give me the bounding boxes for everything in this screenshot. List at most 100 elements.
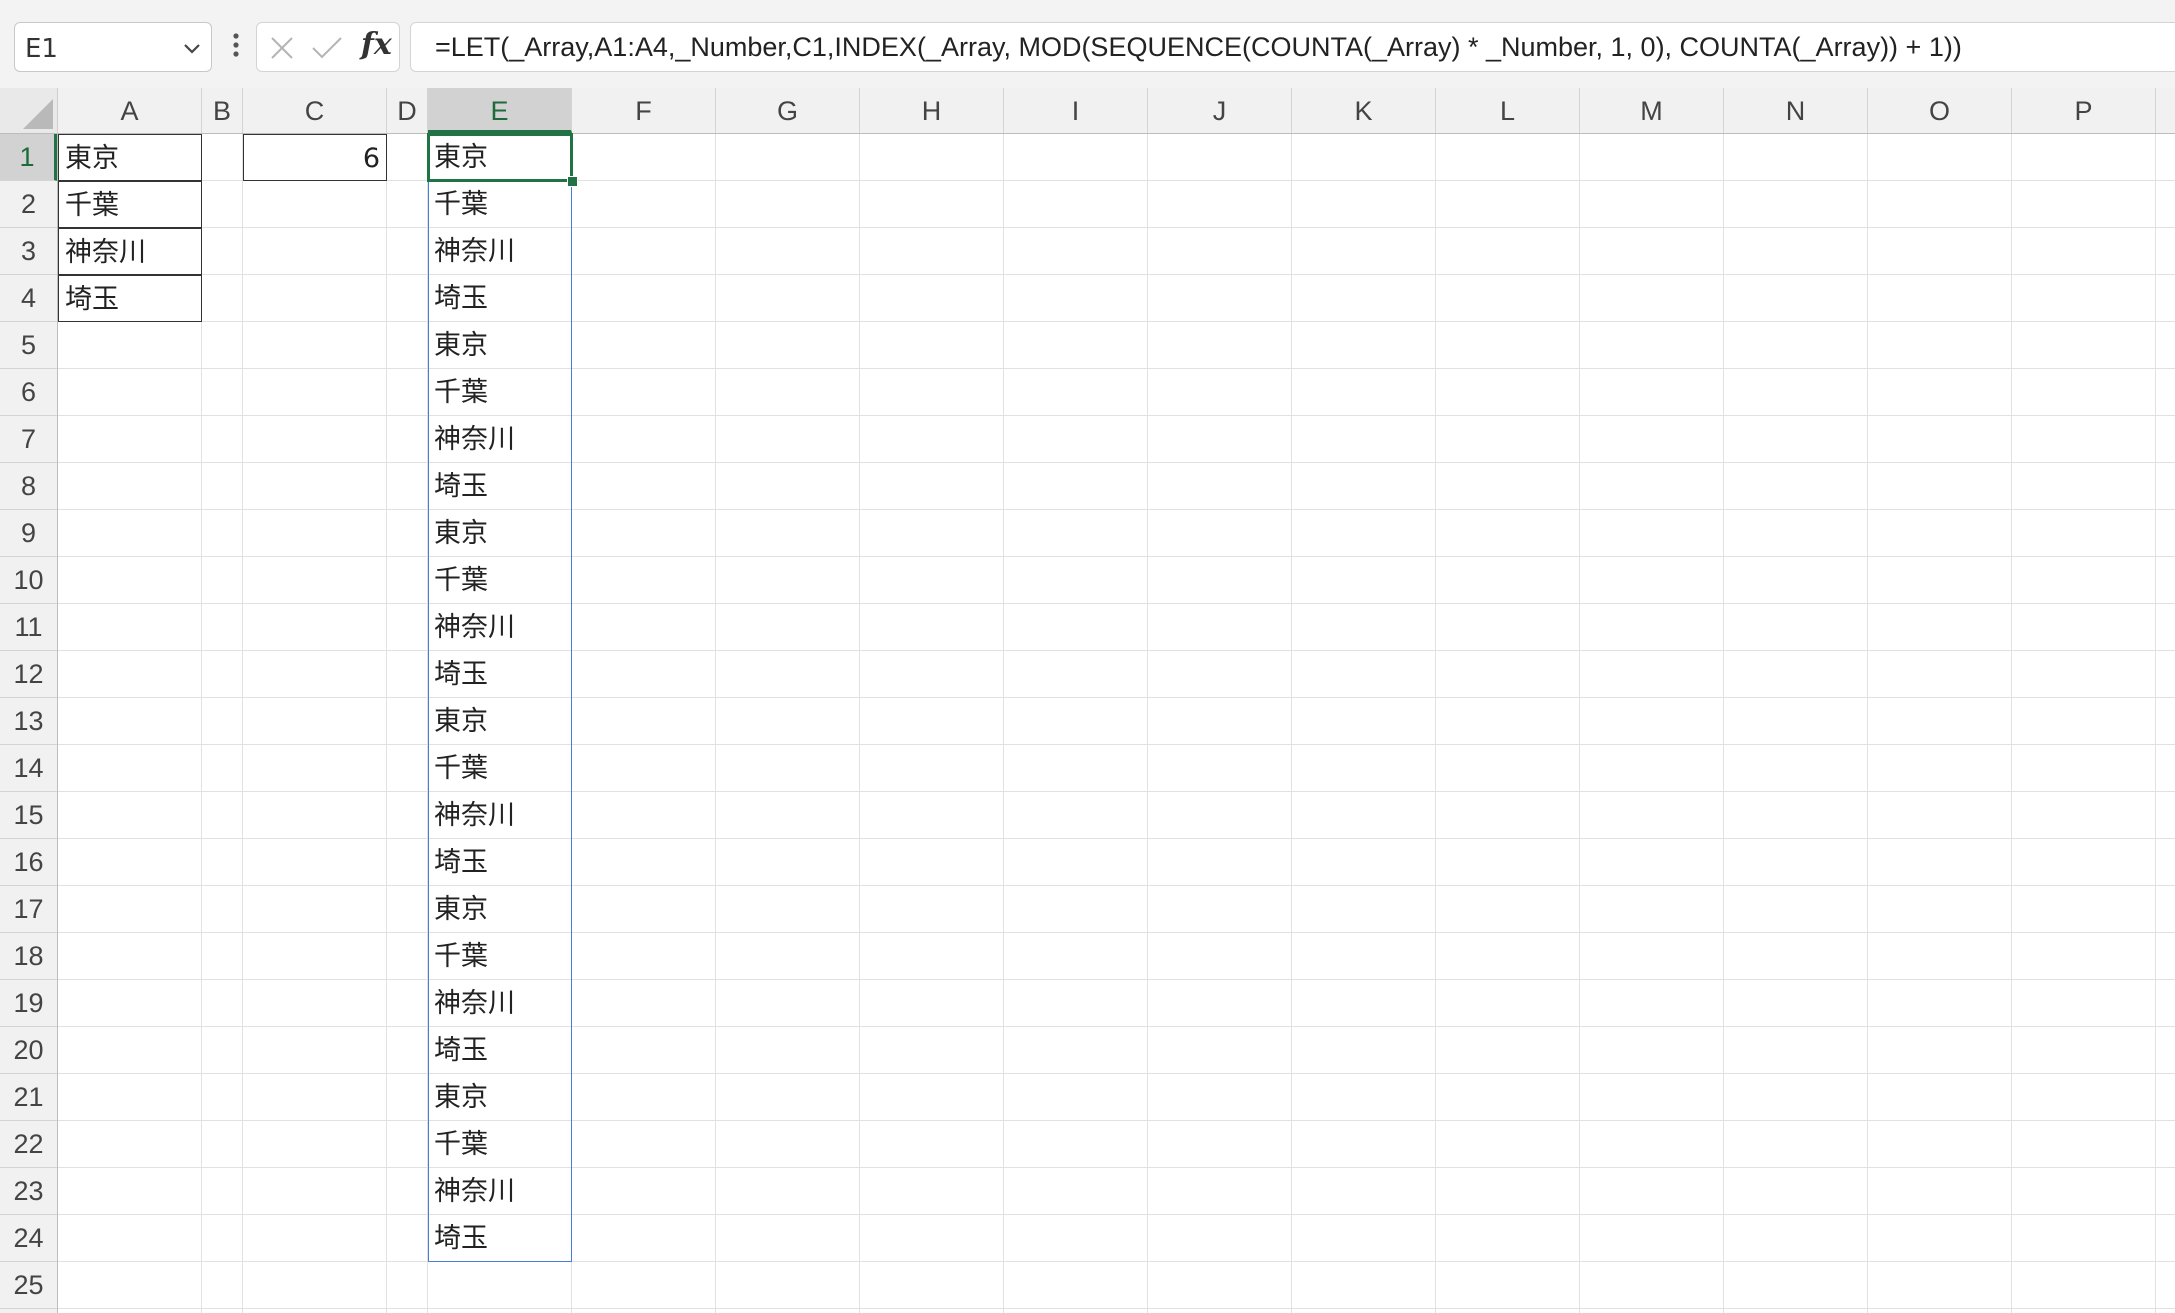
cell-e19[interactable]: 神奈川 (428, 980, 572, 1027)
cell-e2[interactable]: 千葉 (428, 181, 572, 228)
gridline-vertical (1435, 134, 1436, 1313)
cell-e8[interactable]: 埼玉 (428, 463, 572, 510)
cell-e7[interactable]: 神奈川 (428, 416, 572, 463)
row-header-24[interactable]: 24 (0, 1215, 57, 1262)
gridline-horizontal (58, 462, 2175, 463)
column-header-o[interactable]: O (1868, 88, 2012, 133)
cell-e18[interactable]: 千葉 (428, 933, 572, 980)
gridline-vertical (1723, 134, 1724, 1313)
row-header-17[interactable]: 17 (0, 886, 57, 933)
row-header-20[interactable]: 20 (0, 1027, 57, 1074)
row-header-5[interactable]: 5 (0, 322, 57, 369)
row-header-8[interactable]: 8 (0, 463, 57, 510)
row-header-19[interactable]: 19 (0, 980, 57, 1027)
column-header-f[interactable]: F (572, 88, 716, 133)
row-header-7[interactable]: 7 (0, 416, 57, 463)
cell-e21[interactable]: 東京 (428, 1074, 572, 1121)
cell-e23[interactable]: 神奈川 (428, 1168, 572, 1215)
cell-a4[interactable]: 埼玉 (58, 275, 202, 322)
cancel-icon[interactable] (269, 35, 295, 61)
gridline-horizontal (58, 791, 2175, 792)
cell-e5[interactable]: 東京 (428, 322, 572, 369)
column-header-l[interactable]: L (1436, 88, 1580, 133)
select-all-button[interactable] (0, 88, 58, 134)
gridline-vertical (386, 134, 387, 1313)
gridline-horizontal (58, 885, 2175, 886)
column-header-h[interactable]: H (860, 88, 1004, 133)
cell-a2[interactable]: 千葉 (58, 181, 202, 228)
row-header-22[interactable]: 22 (0, 1121, 57, 1168)
cell-e1[interactable]: 東京 (428, 134, 572, 181)
gridline-vertical (715, 134, 716, 1313)
row-header-4[interactable]: 4 (0, 275, 57, 322)
insert-function-icon[interactable]: fx (361, 27, 392, 62)
gridline-horizontal (58, 1214, 2175, 1215)
formula-input[interactable]: =LET(_Array,A1:A4,_Number,C1,INDEX(_Arra… (410, 22, 2175, 72)
gridline-vertical (859, 134, 860, 1313)
column-header-e[interactable]: E (428, 88, 572, 133)
more-options-icon[interactable] (226, 30, 246, 60)
row-header-2[interactable]: 2 (0, 181, 57, 228)
cell-e24[interactable]: 埼玉 (428, 1215, 572, 1262)
row-header-23[interactable]: 23 (0, 1168, 57, 1215)
column-header-g[interactable]: G (716, 88, 860, 133)
gridline-horizontal (58, 321, 2175, 322)
cell-e9[interactable]: 東京 (428, 510, 572, 557)
gridline-horizontal (58, 556, 2175, 557)
cell-e11[interactable]: 神奈川 (428, 604, 572, 651)
gridline-horizontal (58, 838, 2175, 839)
cell-e3[interactable]: 神奈川 (428, 228, 572, 275)
column-header-k[interactable]: K (1292, 88, 1436, 133)
row-header-18[interactable]: 18 (0, 933, 57, 980)
row-header-3[interactable]: 3 (0, 228, 57, 275)
row-header-21[interactable]: 21 (0, 1074, 57, 1121)
column-header-p[interactable]: P (2012, 88, 2156, 133)
cell-e4[interactable]: 埼玉 (428, 275, 572, 322)
cell-e10[interactable]: 千葉 (428, 557, 572, 604)
cell-area[interactable]: 東京 千葉 神奈川 埼玉 6 東京 千葉 神奈川 埼玉 東京 千葉 神奈川 埼玉 東京 千葉 神奈川 埼玉 東京千… (58, 133, 2175, 1313)
cell-e6[interactable]: 千葉 (428, 369, 572, 416)
fill-handle[interactable] (567, 176, 578, 187)
row-header-6[interactable]: 6 (0, 369, 57, 416)
cell-e22[interactable]: 千葉 (428, 1121, 572, 1168)
column-header-m[interactable]: M (1580, 88, 1724, 133)
row-header-9[interactable]: 9 (0, 510, 57, 557)
gridline-horizontal (58, 1308, 2175, 1309)
gridline-vertical (1291, 134, 1292, 1313)
gridline-horizontal (58, 227, 2175, 228)
row-header-11[interactable]: 11 (0, 604, 57, 651)
cell-e15[interactable]: 神奈川 (428, 792, 572, 839)
column-header-i[interactable]: I (1004, 88, 1148, 133)
cell-e17[interactable]: 東京 (428, 886, 572, 933)
row-header-15[interactable]: 15 (0, 792, 57, 839)
row-header-1[interactable]: 1 (0, 134, 57, 181)
cell-c1[interactable]: 6 (243, 134, 387, 181)
cell-e16[interactable]: 埼玉 (428, 839, 572, 886)
row-header-25[interactable]: 25 (0, 1262, 57, 1309)
name-box[interactable]: E1 (14, 22, 212, 72)
gridline-horizontal (58, 1073, 2175, 1074)
cell-e14[interactable]: 千葉 (428, 745, 572, 792)
select-all-triangle-icon (23, 99, 53, 129)
worksheet-grid: ABCDEFGHIJKLMNOP 1 2 3 4 5 6 7 8 9 10 11 12 13 14 15 16… (0, 88, 2175, 1313)
row-header-14[interactable]: 14 (0, 745, 57, 792)
cell-e12[interactable]: 埼玉 (428, 651, 572, 698)
row-header-13[interactable]: 13 (0, 698, 57, 745)
gridline-horizontal (58, 1167, 2175, 1168)
column-header-a[interactable]: A (58, 88, 202, 133)
cell-e13[interactable]: 東京 (428, 698, 572, 745)
enter-check-icon[interactable] (311, 35, 343, 61)
row-header-12[interactable]: 12 (0, 651, 57, 698)
row-header-16[interactable]: 16 (0, 839, 57, 886)
column-header-n[interactable]: N (1724, 88, 1868, 133)
column-header-d[interactable]: D (387, 88, 428, 133)
gridline-vertical (1867, 134, 1868, 1313)
column-header-b[interactable]: B (202, 88, 243, 133)
cell-e20[interactable]: 埼玉 (428, 1027, 572, 1074)
cell-a3[interactable]: 神奈川 (58, 228, 202, 275)
cell-a1[interactable]: 東京 (58, 134, 202, 181)
row-header-10[interactable]: 10 (0, 557, 57, 604)
column-header-j[interactable]: J (1148, 88, 1292, 133)
column-header-c[interactable]: C (243, 88, 387, 133)
chevron-down-icon[interactable] (181, 37, 203, 59)
